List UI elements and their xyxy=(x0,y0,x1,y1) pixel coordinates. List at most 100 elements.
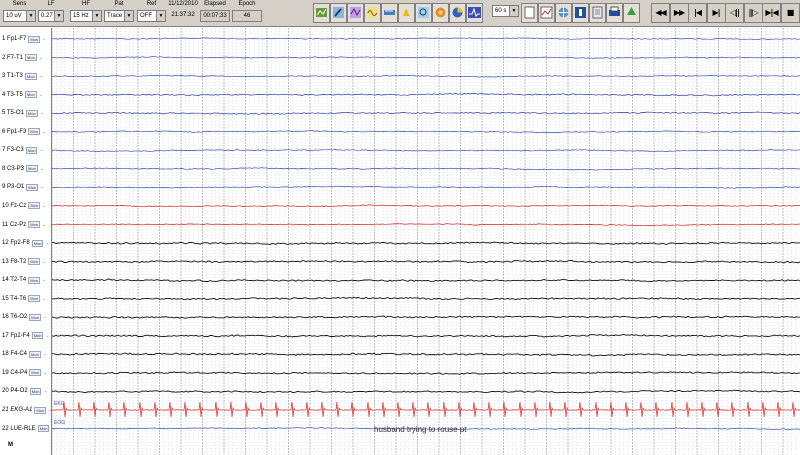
channel-button[interactable] xyxy=(538,3,555,23)
channel-montage-button[interactable]: Mon xyxy=(26,165,38,173)
channel-label-row[interactable]: 1 Fp1-F7 Mon ⌄ xyxy=(2,34,46,44)
waveform-icon xyxy=(366,6,379,21)
ref-label: Ref xyxy=(146,1,157,7)
channel-montage-button[interactable]: Mon xyxy=(34,406,47,414)
channel-label-row[interactable]: 10 Fz-Cz Mon ⌄ xyxy=(2,201,46,211)
channel-label-row[interactable]: 13 F8-T2 Mon ⌄ xyxy=(2,257,46,267)
channel-montage-button[interactable]: Mon xyxy=(28,35,41,43)
channel-montage-button[interactable]: Mon xyxy=(24,91,37,99)
eeg-trace-16 xyxy=(52,315,800,319)
channel-label-row[interactable]: 5 T5-O1 Mon ⌄ xyxy=(2,108,44,118)
channel-montage-button[interactable]: Mon xyxy=(25,146,38,154)
chevron-down-icon: ⌄ xyxy=(42,202,47,209)
waveform-button[interactable] xyxy=(364,3,381,23)
ref-control: Ref OFF ▼ xyxy=(137,1,166,22)
channel-montage-button[interactable]: Mon xyxy=(28,276,41,284)
bottom-marker: M xyxy=(8,442,13,448)
eeg-trace-canvas[interactable]: EKG EOG husband trying to rouse pt xyxy=(52,28,800,455)
channel-montage-button[interactable]: Mon xyxy=(26,183,39,191)
channel-label-row[interactable]: 22 LUE-RLE Mon ⌄ xyxy=(2,424,56,434)
pie-button[interactable] xyxy=(449,3,466,23)
chevron-down-icon: ⌄ xyxy=(42,258,47,265)
channel-montage-button[interactable]: Mon xyxy=(28,221,41,228)
channel-montage-button[interactable]: Mon xyxy=(29,387,42,395)
channel-montage-button[interactable]: Mon xyxy=(29,313,42,321)
event-annotation[interactable]: husband trying to rouse pt xyxy=(374,425,467,434)
print-button[interactable] xyxy=(606,3,623,23)
chevron-down-icon: ⌄ xyxy=(42,128,47,135)
pat-value: Trace xyxy=(107,13,123,19)
channel-montage-button[interactable]: Mon xyxy=(24,72,37,80)
fit-button[interactable]: ▶|◀ xyxy=(762,3,781,23)
step-forward-button[interactable]: ||▷ xyxy=(743,3,763,23)
channel-label-row[interactable]: 6 Fp1-F3 Mon ⌄ xyxy=(2,127,46,137)
channel-name: 22 LUE-RLE xyxy=(2,425,36,432)
channel-label-row[interactable]: 14 T2-T4 Mon ⌄ xyxy=(2,275,46,285)
channel-label-row[interactable]: 8 C3-P3 Mon ⌄ xyxy=(2,164,44,174)
channel-montage-button[interactable]: Mon xyxy=(28,295,41,303)
channel-label-row[interactable]: 12 Fp2-F8 Mon ⌄ xyxy=(2,238,50,248)
channel-montage-button[interactable]: Mon xyxy=(29,369,42,377)
channel-label-row[interactable]: 11 Cz-Pz Mon ⌄ xyxy=(2,220,46,230)
channel-label-row[interactable]: 19 C4-P4 Mon ⌄ xyxy=(2,368,47,378)
channel-label-row[interactable]: 2 F7-T1 Mon ⌄ xyxy=(2,53,43,63)
channel-label-row[interactable]: 15 T4-T6 Mon ⌄ xyxy=(2,294,46,304)
eeg-trace-20 xyxy=(52,389,800,394)
channel-montage-button[interactable]: Mon xyxy=(29,350,41,358)
channel-montage-button[interactable]: Mon xyxy=(37,425,50,433)
channel-montage-button[interactable]: Mon xyxy=(28,202,41,210)
filter-button[interactable] xyxy=(347,3,364,23)
channel-label-row[interactable]: 17 Fp2-F4 Mon ⌄ xyxy=(2,331,50,341)
spike-button[interactable] xyxy=(466,3,483,23)
chevron-down-icon: ▼ xyxy=(26,11,35,21)
edit-button[interactable] xyxy=(330,3,347,23)
clock-time: 21:37:32 xyxy=(168,10,198,22)
page-length-dropdown[interactable]: 60 s ▼ xyxy=(492,5,519,17)
blank-page-button[interactable] xyxy=(521,3,538,23)
fast-forward-button[interactable]: ▶▶ xyxy=(669,3,689,23)
pat-dropdown[interactable]: Trace ▼ xyxy=(104,10,134,22)
stop-button[interactable]: ■ xyxy=(780,3,800,23)
channel-name: 7 F3-C3 xyxy=(2,147,24,154)
channel-montage-button[interactable]: Mon xyxy=(31,332,44,340)
lf-control: LF 0.27 Hz ▼ xyxy=(38,1,64,22)
chevron-down-icon: ⌄ xyxy=(43,314,48,321)
rewind-button[interactable]: ◀◀ xyxy=(651,3,670,23)
channel-montage-button[interactable]: Mon xyxy=(25,54,37,62)
channel-label-row[interactable]: 16 T6-O2 Mon ⌄ xyxy=(2,312,47,322)
channel-name: 12 Fp2-F8 xyxy=(2,240,30,247)
channel-montage-button[interactable]: Mon xyxy=(28,128,41,136)
montage-button[interactable] xyxy=(313,3,330,23)
channel-montage-button[interactable]: Mon xyxy=(31,239,44,247)
ref-dropdown[interactable]: OFF ▼ xyxy=(137,10,166,22)
step-back-button[interactable]: ◁|| xyxy=(725,3,744,23)
channel-label-row[interactable]: 9 P3-O1 Mon ⌄ xyxy=(2,182,44,192)
page-button[interactable] xyxy=(589,3,606,23)
chevron-down-icon: ⌄ xyxy=(42,221,47,228)
first-page-button[interactable]: |◀ xyxy=(688,3,707,23)
channel-label-row[interactable]: 21 EKG-A1 Mon ⌄ xyxy=(2,405,52,415)
chevron-down-icon: ⌄ xyxy=(43,369,48,376)
pie-icon xyxy=(451,6,464,21)
channel-montage-button[interactable]: Mon xyxy=(25,109,38,117)
eeg-display: 1 Fp1-F7 Mon ⌄ 2 F7-T1 Mon ⌄ 3 T1-T3 Mon ⌄ 4 T3-T… xyxy=(0,28,800,455)
person-button[interactable] xyxy=(572,3,589,23)
hf-dropdown[interactable]: 15 Hz ▼ xyxy=(70,10,102,22)
last-page-button[interactable]: ▶| xyxy=(706,3,726,23)
channel-montage-button[interactable]: Mon xyxy=(28,258,41,266)
chevron-down-icon: ⌄ xyxy=(38,73,43,80)
channel-name: 21 EKG-A1 xyxy=(2,407,33,413)
lf-dropdown[interactable]: 0.27 Hz ▼ xyxy=(38,10,64,22)
channel-label-row[interactable]: 3 T1-T3 Mon ⌄ xyxy=(2,71,43,81)
sens-dropdown[interactable]: 10 uV ▼ xyxy=(3,10,36,22)
channel-label-row[interactable]: 7 F3-C3 Mon ⌄ xyxy=(2,145,44,155)
bell-button[interactable] xyxy=(398,3,415,23)
zoom-button[interactable] xyxy=(415,3,432,23)
ruler-button[interactable] xyxy=(381,3,398,23)
channel-label-row[interactable]: 20 P4-O2 Mon ⌄ xyxy=(2,386,48,396)
channel-label-row[interactable]: 4 T3-T5 Mon ⌄ xyxy=(2,90,43,100)
globe-button[interactable] xyxy=(432,3,449,23)
channel-label-row[interactable]: 18 F4-C4 Mon ⌄ xyxy=(2,349,47,359)
globe2-button[interactable] xyxy=(555,3,572,23)
recycle-button[interactable] xyxy=(623,3,640,23)
